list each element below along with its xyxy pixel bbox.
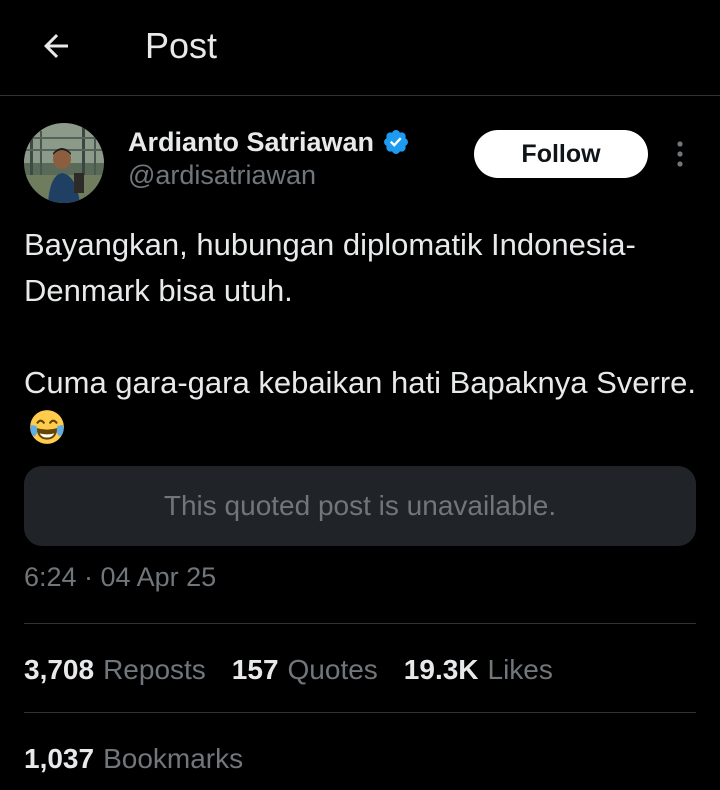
bookmarks-stat[interactable]: 1,037 Bookmarks bbox=[24, 737, 243, 781]
author-name-row: Ardianto Satriawan bbox=[128, 124, 410, 160]
engagement-stats: 3,708 Reposts 157 Quotes 19.3K Likes bbox=[24, 648, 553, 692]
divider bbox=[24, 712, 696, 713]
reposts-stat[interactable]: 3,708 Reposts bbox=[24, 654, 206, 686]
author-handle[interactable]: @ardisatriawan bbox=[128, 160, 316, 191]
tweet-paragraph: Bayangkan, hubungan diplomatik Indonesia… bbox=[24, 227, 636, 308]
follow-button[interactable]: Follow bbox=[474, 130, 648, 178]
more-options-button[interactable] bbox=[664, 138, 696, 170]
author-name[interactable]: Ardianto Satriawan bbox=[128, 127, 374, 158]
bookmarks-count: 1,037 bbox=[24, 743, 95, 774]
likes-count: 19.3K bbox=[403, 654, 479, 685]
likes-label: Likes bbox=[487, 654, 553, 685]
avatar[interactable] bbox=[24, 123, 104, 203]
quoted-post-unavailable: This quoted post is unavailable. bbox=[24, 466, 696, 546]
tweet-text: Bayangkan, hubungan diplomatik Indonesia… bbox=[24, 222, 704, 452]
bookmarks-label: Bookmarks bbox=[103, 743, 244, 774]
likes-stat[interactable]: 19.3K Likes bbox=[404, 654, 553, 686]
tweet-paragraph: Cuma gara-gara kebaikan hati Bapaknya Sv… bbox=[24, 360, 704, 452]
verified-badge-icon bbox=[384, 130, 409, 154]
reposts-count: 3,708 bbox=[24, 654, 95, 685]
tweet-paragraph-text: Cuma gara-gara kebaikan hati Bapaknya Sv… bbox=[24, 365, 697, 400]
arrow-left-icon bbox=[44, 34, 68, 58]
quotes-label: Quotes bbox=[287, 654, 378, 685]
quoted-post-message: This quoted post is unavailable. bbox=[163, 490, 557, 521]
vertical-ellipsis-icon bbox=[677, 141, 683, 167]
post-timestamp[interactable]: 6:24 · 04 Apr 25 bbox=[24, 562, 216, 593]
quotes-stat[interactable]: 157 Quotes bbox=[232, 654, 378, 686]
top-app-bar: Post bbox=[0, 0, 720, 96]
page-title: Post bbox=[145, 25, 218, 66]
face-with-tears-of-joy-icon bbox=[30, 410, 64, 444]
divider bbox=[24, 623, 696, 624]
quotes-count: 157 bbox=[231, 654, 279, 685]
reposts-label: Reposts bbox=[103, 654, 206, 685]
back-button[interactable] bbox=[36, 26, 76, 66]
